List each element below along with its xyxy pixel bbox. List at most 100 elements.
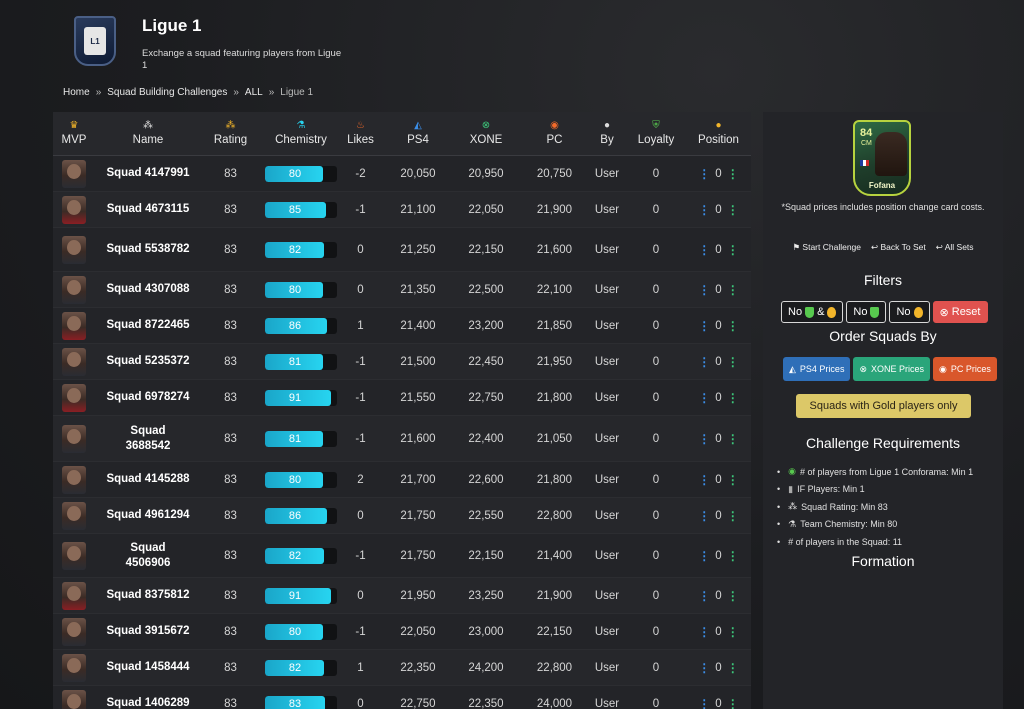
table-row[interactable]: Squad 5538782 83 82 0 21,250 22,150 21,600 User… xyxy=(53,228,751,272)
col-position[interactable]: ● Position xyxy=(691,112,746,156)
reset-filters-button[interactable]: ⊗ Reset xyxy=(932,301,988,323)
requirement-item: ◉# of players from Ligue 1 Conforama: Mi… xyxy=(777,463,973,481)
loyalty-cell: 0 xyxy=(652,319,660,332)
squad-name-link[interactable]: Squad 4145288 xyxy=(106,472,189,487)
col-ps4[interactable]: ◭ PS4 xyxy=(393,112,443,156)
chemistry-cell: 80 xyxy=(258,462,344,497)
xone-cell: 20,950 xyxy=(468,167,504,180)
mvp-player-avatar xyxy=(62,159,86,188)
start-challenge-link[interactable]: ⚑ Start Challenge xyxy=(792,242,861,253)
position-dots-icon: ⋮ xyxy=(698,696,711,709)
table-row[interactable]: Squad 8375812 83 91 0 21,950 23,250 21,900 User… xyxy=(53,578,751,614)
shield-icon xyxy=(870,306,880,318)
squad-name-link[interactable]: Squad 4307088 xyxy=(106,282,189,297)
table-row[interactable]: Squad 4506906 83 82 -1 21,750 22,150 21,400 Use… xyxy=(53,534,751,578)
squad-name-link[interactable]: Squad 5538782 xyxy=(106,242,189,257)
chevron-right-icon: » xyxy=(233,87,239,98)
by-cell: User xyxy=(594,283,620,296)
likes-cell: -1 xyxy=(355,625,366,638)
squad-name-link[interactable]: Squad 4673115 xyxy=(107,202,189,217)
order-ps4-button[interactable]: ◭ PS4 Prices xyxy=(783,357,851,381)
position-cell: ⋮ 0 ⋮ xyxy=(691,192,746,227)
col-rating[interactable]: ⁂ Rating xyxy=(203,112,258,156)
col-pc[interactable]: ◉ PC xyxy=(532,112,577,156)
likes-cell: -2 xyxy=(355,167,366,180)
xone-cell: 22,600 xyxy=(468,473,504,486)
order-xone-button[interactable]: ⊗ XONE Prices xyxy=(853,357,931,381)
squad-name-link[interactable]: Squad 4961294 xyxy=(106,508,189,523)
breadcrumb-home[interactable]: Home xyxy=(63,87,90,98)
col-chemistry[interactable]: ⚗ Chemistry xyxy=(261,112,341,156)
table-row[interactable]: Squad 4307088 83 80 0 21,350 22,500 22,100 User… xyxy=(53,272,751,308)
rating-cell: 83 xyxy=(224,167,237,180)
squad-name-link[interactable]: Squad 3688542 xyxy=(117,424,179,454)
table-row[interactable]: Squad 1406289 83 83 0 22,750 22,350 24,000 User… xyxy=(53,686,751,709)
col-by[interactable]: ● By xyxy=(591,112,623,156)
xone-cell: 22,050 xyxy=(468,203,504,216)
squad-name-link[interactable]: Squad 1458444 xyxy=(106,660,189,675)
col-xone[interactable]: ⊗ XONE xyxy=(461,112,511,156)
mvp-cell xyxy=(55,578,93,613)
back-to-set-link[interactable]: ↩ Back To Set xyxy=(871,242,926,253)
squad-name-link[interactable]: Squad 8722465 xyxy=(106,318,189,333)
xbox-icon: ⊗ xyxy=(481,120,491,131)
squad-name-link[interactable]: Squad 4147991 xyxy=(106,166,189,181)
squad-name-link[interactable]: Squad 5235372 xyxy=(106,354,189,369)
page-subtitle: Exchange a squad featuring players from … xyxy=(142,48,342,71)
filter-no-loyalty[interactable]: No xyxy=(846,301,887,323)
table-row[interactable]: Squad 4145288 83 80 2 21,700 22,600 21,800 User… xyxy=(53,462,751,498)
order-pc-button[interactable]: ◉ PC Prices xyxy=(933,357,997,381)
table-row[interactable]: Squad 3688542 83 81 -1 21,600 22,400 21,050 Use… xyxy=(53,416,751,462)
requirement-item: # of players in the Squad: 11 xyxy=(777,533,973,551)
chevron-right-icon: » xyxy=(268,87,275,98)
pc-cell: 22,100 xyxy=(536,283,573,296)
loyalty-cell: 0 xyxy=(652,697,660,709)
squad-name-link[interactable]: Squad 8375812 xyxy=(106,588,189,603)
chemistry-cell: 80 xyxy=(258,156,344,191)
flask-icon: ⚗ xyxy=(788,518,797,529)
table-row[interactable]: Squad 8722465 83 86 1 21,400 23,200 21,850 User… xyxy=(53,308,751,344)
squad-name-cell: Squad 4307088 xyxy=(95,272,201,307)
col-mvp[interactable]: ♛ MVP xyxy=(55,112,93,156)
chemistry-cell: 83 xyxy=(258,686,344,709)
breadcrumb-all[interactable]: ALL xyxy=(245,87,263,98)
pc-cell: 21,900 xyxy=(536,203,573,216)
col-loyalty[interactable]: ⛨ Loyalty xyxy=(631,112,681,156)
table-row[interactable]: Squad 4961294 83 86 0 21,750 22,550 22,800 User… xyxy=(53,498,751,534)
player-card[interactable]: 84 CM Fofana xyxy=(853,120,911,196)
xone-cell: 23,200 xyxy=(468,319,504,332)
squad-name-link[interactable]: Squad 1406289 xyxy=(106,696,189,709)
position-value: 0 xyxy=(715,319,722,332)
stars-icon: ⁂ xyxy=(225,120,236,131)
breadcrumb: Home » Squad Building Challenges » ALL »… xyxy=(63,87,313,98)
all-sets-link[interactable]: ↩ All Sets xyxy=(936,242,974,253)
table-row[interactable]: Squad 3915672 83 80 -1 22,050 23,000 22,150 Use… xyxy=(53,614,751,650)
col-name[interactable]: ⁂ Name xyxy=(108,112,188,156)
breadcrumb-sbc[interactable]: Squad Building Challenges xyxy=(107,87,227,98)
table-row[interactable]: Squad 4673115 83 85 -1 21,100 22,050 21,900 Use… xyxy=(53,192,751,228)
xbox-icon: ⊗ xyxy=(859,363,867,374)
squad-name-link[interactable]: Squad 3915672 xyxy=(106,624,189,639)
loyalty-cell: 0 xyxy=(652,589,660,602)
chemistry-cell: 80 xyxy=(258,272,344,307)
likes-cell: 0 xyxy=(357,243,364,256)
table-row[interactable]: Squad 6978274 83 91 -1 21,550 22,750 21,800 Use… xyxy=(53,380,751,416)
card-position: CM xyxy=(861,140,872,147)
mvp-cell xyxy=(55,498,93,533)
squad-name-link[interactable]: Squad 4506906 xyxy=(117,541,179,571)
table-row[interactable]: Squad 5235372 83 81 -1 21,500 22,450 21,950 Use… xyxy=(53,344,751,380)
position-dots-icon: ⋮ xyxy=(726,354,739,369)
page-header: L1 Ligue 1 Exchange a squad featuring pl… xyxy=(0,0,1024,110)
filter-no-position[interactable]: No xyxy=(889,301,930,323)
stars-icon: ⁂ xyxy=(788,501,798,512)
chemistry-bar: 82 xyxy=(265,547,337,564)
col-likes[interactable]: ♨ Likes xyxy=(338,112,383,156)
pc-cell: 22,800 xyxy=(536,509,573,522)
gold-players-button[interactable]: Squads with Gold players only xyxy=(796,394,971,418)
table-row[interactable]: Squad 4147991 83 80 -2 20,050 20,950 20,750 Use… xyxy=(53,156,751,192)
filter-no-loyalty-and-position[interactable]: No & xyxy=(781,301,844,323)
flag-icon: ⚑ xyxy=(792,242,803,252)
table-row[interactable]: Squad 1458444 83 82 1 22,350 24,200 22,800 User… xyxy=(53,650,751,686)
chemistry-bar: 81 xyxy=(265,430,337,447)
squad-name-link[interactable]: Squad 6978274 xyxy=(106,390,189,405)
